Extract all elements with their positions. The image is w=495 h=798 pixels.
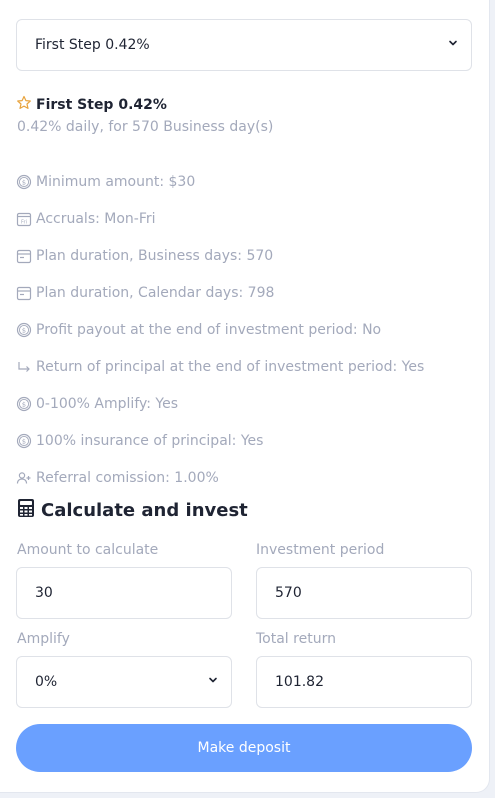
feature-label: Minimum amount: $30: [36, 173, 196, 190]
amplify-value: 0%: [35, 674, 58, 690]
calendar-icon: [16, 285, 32, 301]
amplify-label: Amplify: [17, 631, 70, 647]
calculator-title-text: Calculate and invest: [41, 499, 248, 521]
plan-features: $ Minimum amount: $30 Fri Accruals: Mon-…: [16, 163, 484, 496]
amplify-select[interactable]: 0%: [16, 656, 232, 708]
feature-label: 0-100% Amplify: Yes: [36, 395, 179, 412]
total-return-value: 101.82: [275, 674, 324, 690]
chevron-down-icon: [207, 674, 219, 690]
feature-business-days: Plan duration, Business days: 570: [16, 237, 484, 274]
amount-label: Amount to calculate: [17, 542, 159, 558]
feature-label: Plan duration, Business days: 570: [36, 247, 274, 264]
period-label: Investment period: [256, 542, 385, 558]
feature-calendar-days: Plan duration, Calendar days: 798: [16, 274, 484, 311]
make-deposit-button[interactable]: Make deposit: [16, 724, 472, 772]
svg-text:$: $: [22, 178, 26, 186]
period-input[interactable]: 570: [256, 567, 472, 619]
amount-value: 30: [35, 585, 53, 601]
feature-label: Return of principal at the end of invest…: [36, 358, 425, 375]
feature-label: Referral comission: 1.00%: [36, 469, 219, 486]
plan-title: First Step 0.42%: [16, 95, 167, 115]
feature-return-principal: Return of principal at the end of invest…: [16, 348, 484, 385]
feature-profit-payout: $ Profit payout at the end of investment…: [16, 311, 484, 348]
dollar-circle-icon: $: [16, 396, 32, 412]
total-return-field[interactable]: 101.82: [256, 656, 472, 708]
feature-referral: Referral comission: 1.00%: [16, 459, 484, 496]
user-plus-icon: [16, 470, 32, 486]
svg-text:$: $: [22, 400, 26, 408]
plan-select[interactable]: First Step 0.42%: [16, 19, 472, 71]
period-value: 570: [275, 585, 302, 601]
invest-card: First Step 0.42% First Step 0.42% 0.42% …: [0, 0, 490, 793]
feature-amplify: $ 0-100% Amplify: Yes: [16, 385, 484, 422]
calendar-fri-icon: Fri: [16, 211, 32, 227]
total-return-label: Total return: [256, 631, 336, 647]
svg-text:$: $: [22, 437, 26, 445]
svg-text:$: $: [22, 326, 26, 334]
dollar-circle-icon: $: [16, 174, 32, 190]
feature-label: Accruals: Mon-Fri: [36, 210, 156, 227]
feature-label: 100% insurance of principal: Yes: [36, 432, 264, 449]
plan-title-text: First Step 0.42%: [36, 97, 167, 113]
make-deposit-label: Make deposit: [197, 740, 291, 756]
feature-label: Profit payout at the end of investment p…: [36, 321, 382, 338]
plan-select-value: First Step 0.42%: [35, 37, 150, 53]
return-arrow-icon: [16, 359, 32, 375]
feature-accruals: Fri Accruals: Mon-Fri: [16, 200, 484, 237]
amount-input[interactable]: 30: [16, 567, 232, 619]
plan-subtitle: 0.42% daily, for 570 Business day(s): [17, 119, 274, 135]
feature-minimum-amount: $ Minimum amount: $30: [16, 163, 484, 200]
feature-insurance: $ 100% insurance of principal: Yes: [16, 422, 484, 459]
dollar-circle-icon: $: [16, 433, 32, 449]
calculator-title: Calculate and invest: [17, 497, 248, 523]
feature-label: Plan duration, Calendar days: 798: [36, 284, 275, 301]
chevron-down-icon: [447, 37, 459, 53]
dollar-circle-icon: $: [16, 322, 32, 338]
svg-text:Fri: Fri: [21, 219, 27, 225]
star-icon[interactable]: [16, 95, 32, 115]
calendar-icon: [16, 248, 32, 264]
calculator-icon: [17, 498, 35, 523]
